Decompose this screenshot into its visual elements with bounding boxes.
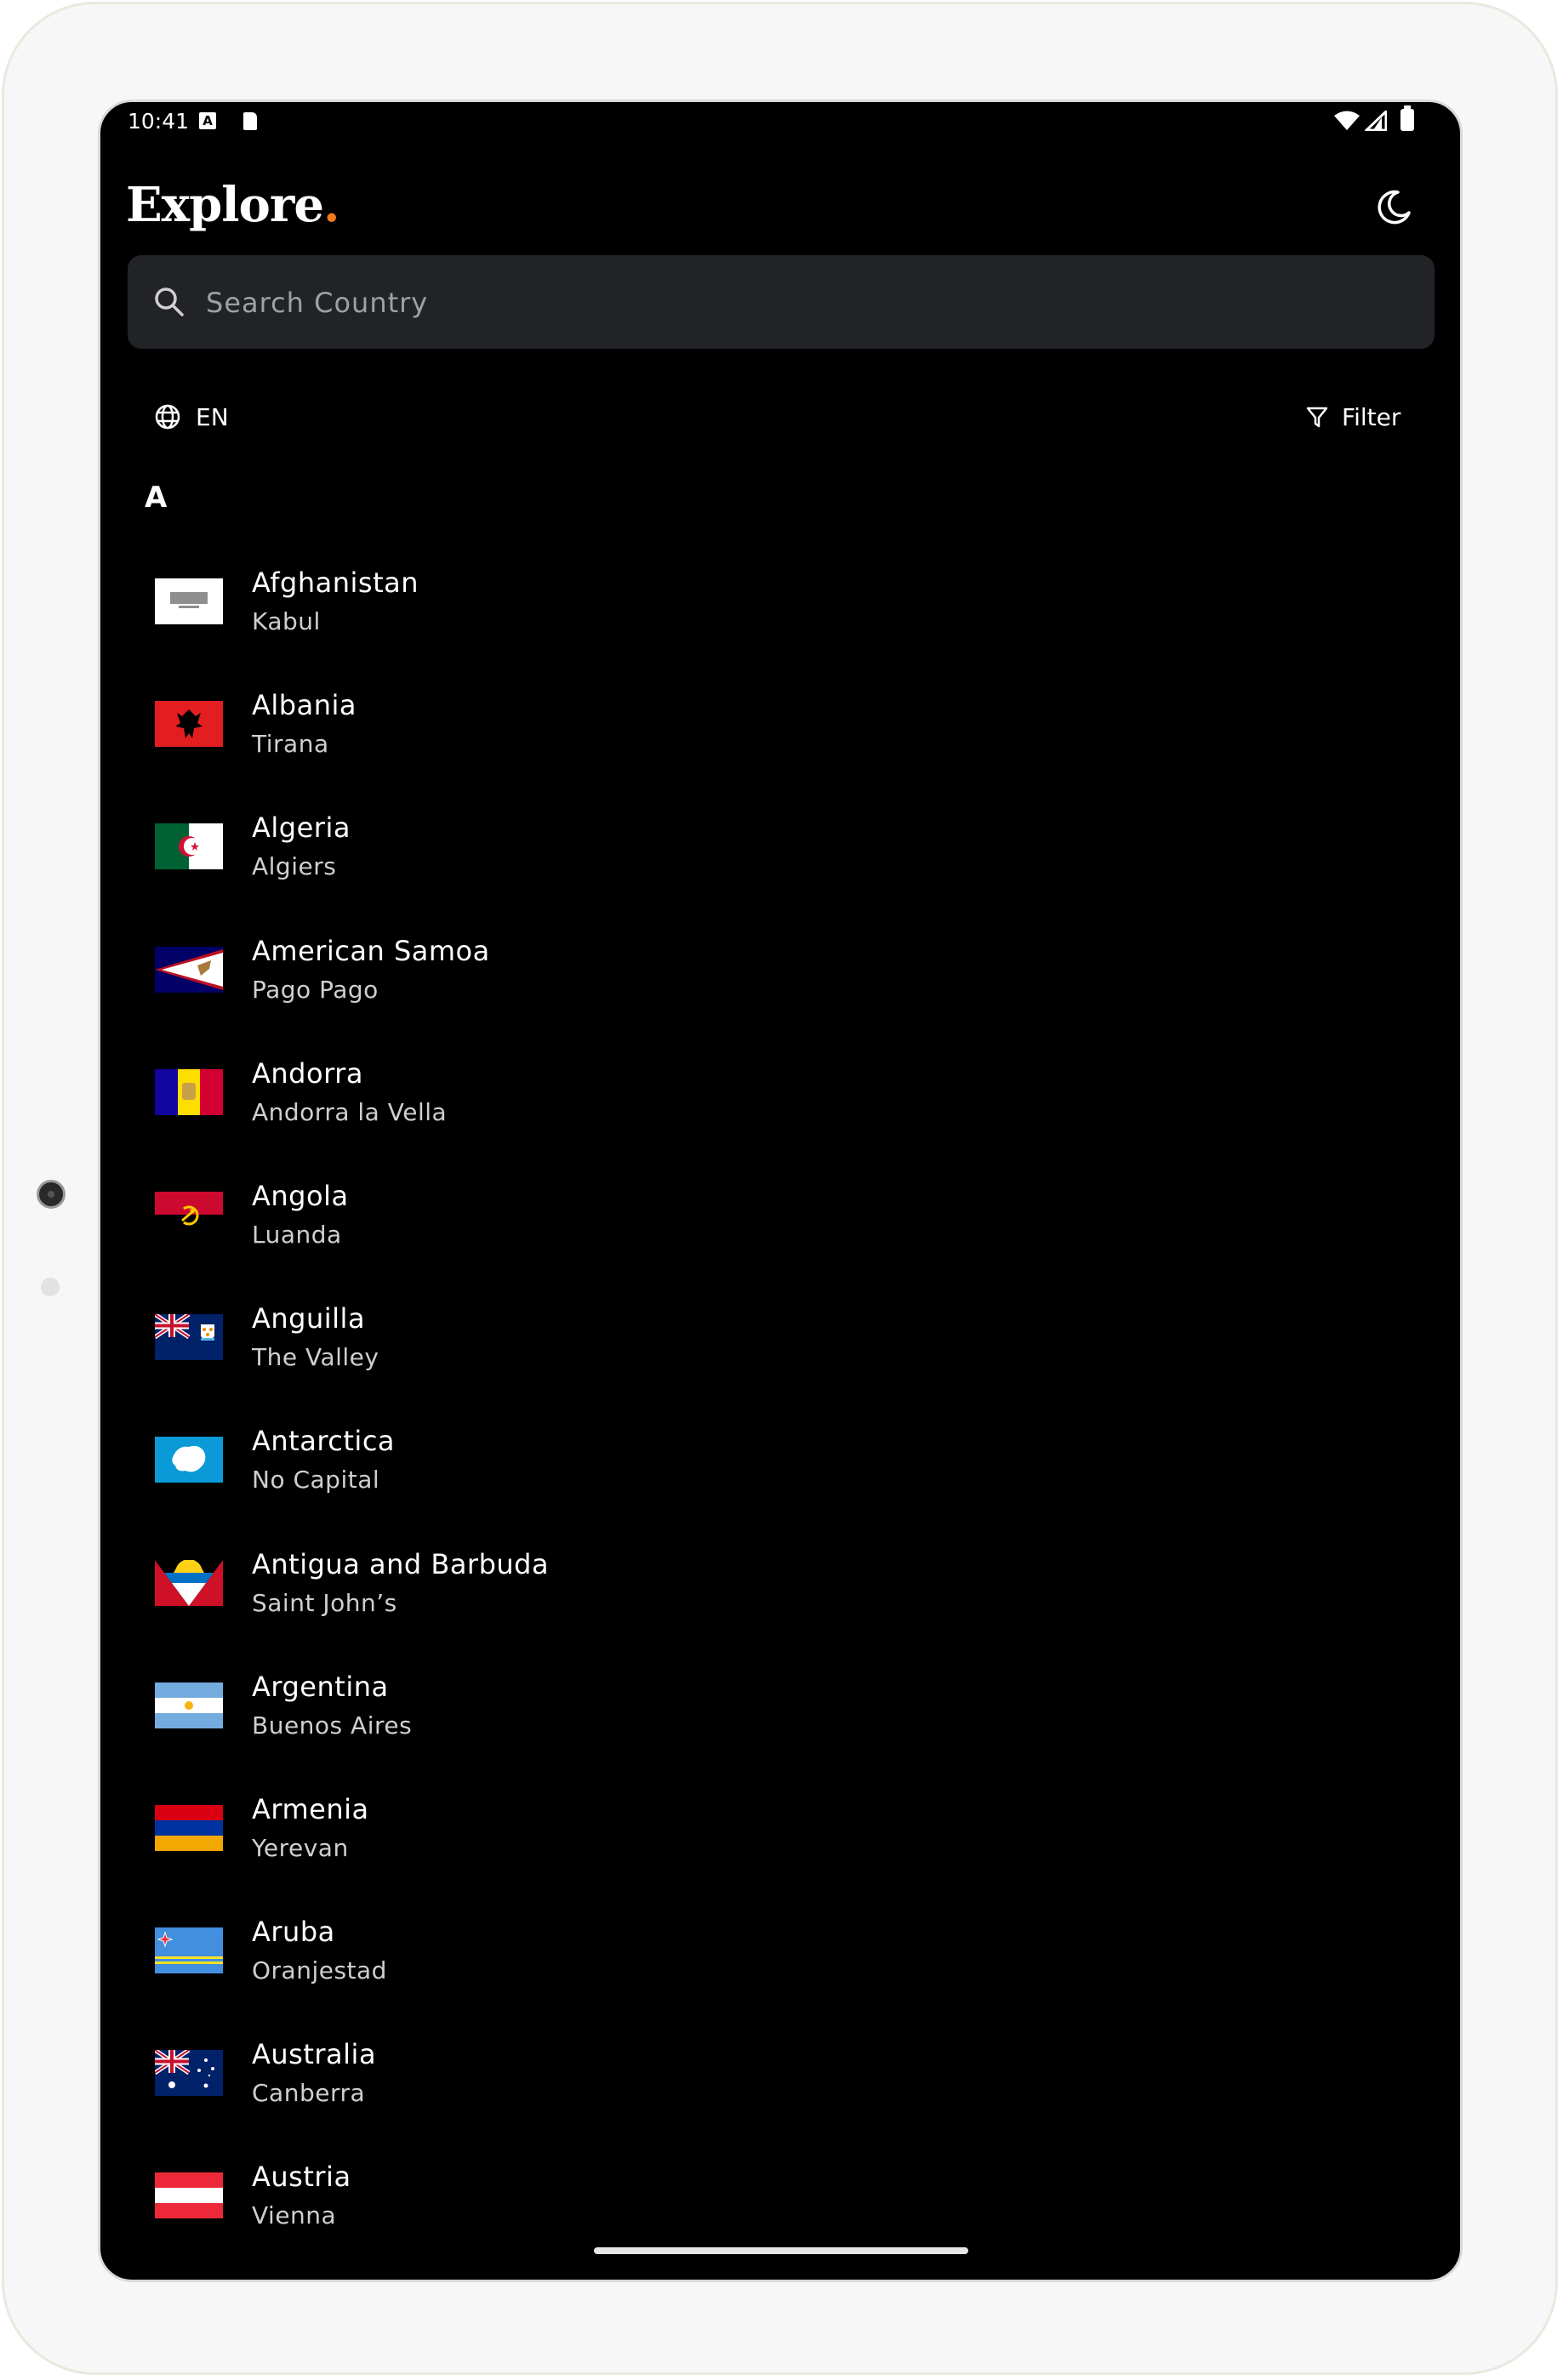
search-bar[interactable] [128, 255, 1435, 349]
language-label: EN [196, 402, 229, 431]
wifi-icon [1334, 111, 1360, 130]
country-capital: No Capital [252, 1466, 380, 1495]
country-capital: Yerevan [252, 1833, 349, 1862]
section-header: A [145, 481, 168, 515]
country-row[interactable]: Algeria Algiers [100, 789, 1460, 912]
flag-algeria [155, 823, 223, 870]
country-capital: Oranjestad [252, 1956, 387, 1985]
app-logo: Explore. [126, 177, 339, 233]
country-capital: Andorra la Vella [252, 1097, 448, 1126]
country-name: Antarctica [252, 1425, 396, 1458]
country-row[interactable]: Anguilla The Valley [100, 1280, 1460, 1403]
flag-albania [155, 701, 223, 748]
country-name: Algeria [252, 811, 351, 845]
flag-austria [155, 2172, 223, 2219]
flag-australia [155, 2050, 223, 2097]
country-capital: Canberra [252, 2079, 366, 2108]
home-indicator[interactable] [594, 2247, 968, 2254]
country-name: Argentina [252, 1670, 389, 1703]
country-row[interactable]: Angola Luanda [100, 1158, 1460, 1280]
country-row[interactable]: Afghanistan Kabul [100, 544, 1460, 667]
filter-label: Filter [1342, 402, 1401, 431]
country-name: Antigua and Barbuda [252, 1547, 550, 1580]
filter-button[interactable]: Filter [1304, 391, 1400, 442]
flag-aruba [155, 1927, 223, 1974]
country-capital: Algiers [252, 852, 337, 881]
status-bar: 10:41 A [100, 102, 1460, 145]
country-row[interactable]: Argentina Buenos Aires [100, 1648, 1460, 1771]
sd-card-icon [243, 112, 257, 130]
flag-armenia [155, 1804, 223, 1851]
country-name: Aruba [252, 1916, 335, 1949]
country-name: Australia [252, 2038, 377, 2071]
flag-antarctica [155, 1437, 223, 1483]
flag-afghanistan [155, 578, 223, 624]
theme-toggle-button[interactable] [1372, 185, 1415, 228]
battery-icon [1400, 105, 1414, 131]
country-row[interactable]: Antarctica No Capital [100, 1403, 1460, 1525]
country-name: Armenia [252, 1792, 369, 1825]
country-name: Austria [252, 2161, 351, 2194]
country-row[interactable]: Albania Tirana [100, 667, 1460, 789]
flag-american-samoa [155, 946, 223, 993]
light-sensor [41, 1278, 60, 1296]
country-row[interactable]: Antigua and Barbuda Saint John’s [100, 1526, 1460, 1648]
language-selector[interactable]: EN [153, 391, 229, 442]
country-name: Afghanistan [252, 567, 419, 599]
app-header: Explore. [100, 153, 1460, 247]
country-row[interactable]: Australia Canberra [100, 2016, 1460, 2138]
logo-text: Explore [126, 177, 324, 233]
globe-icon [155, 404, 180, 430]
front-camera [37, 1180, 66, 1209]
flag-angola [155, 1191, 223, 1238]
country-capital: Pago Pago [252, 975, 379, 1004]
country-row[interactable]: American Samoa Pago Pago [100, 913, 1460, 1035]
funnel-icon [1306, 407, 1328, 428]
country-row[interactable]: Andorra Andorra la Vella [100, 1035, 1460, 1158]
moon-icon [1378, 190, 1411, 225]
country-capital: Luanda [252, 1220, 342, 1249]
country-row[interactable]: Austria Vienna [100, 2138, 1460, 2261]
country-list: Afghanistan Kabul Albania Tirana Algeria… [100, 544, 1460, 2262]
country-name: Andorra [252, 1056, 363, 1090]
country-capital: The Valley [252, 1343, 379, 1372]
country-capital: Buenos Aires [252, 1711, 413, 1739]
a-notification-icon: A [199, 112, 216, 129]
country-name: Albania [252, 689, 357, 722]
cell-signal-icon [1365, 111, 1387, 131]
status-time: 10:41 [128, 109, 190, 134]
flag-argentina [155, 1682, 223, 1728]
country-row[interactable]: Armenia Yerevan [100, 1771, 1460, 1893]
country-capital: Tirana [252, 730, 329, 759]
logo-dot: . [322, 177, 339, 233]
country-capital: Kabul [252, 607, 321, 635]
search-input[interactable] [204, 277, 1399, 328]
country-name: Anguilla [252, 1302, 366, 1335]
country-capital: Saint John’s [252, 1588, 397, 1617]
country-name: Angola [252, 1179, 349, 1212]
app-screen: 10:41 A Explore. Search Country EN Filte… [98, 100, 1463, 2282]
country-row[interactable]: Aruba Oranjestad [100, 1893, 1460, 2016]
flag-andorra [155, 1068, 223, 1115]
flag-antigua-and-barbuda [155, 1559, 223, 1606]
search-icon [155, 288, 184, 316]
country-name: American Samoa [252, 934, 490, 967]
country-capital: Vienna [252, 2201, 337, 2230]
flag-anguilla [155, 1314, 223, 1361]
